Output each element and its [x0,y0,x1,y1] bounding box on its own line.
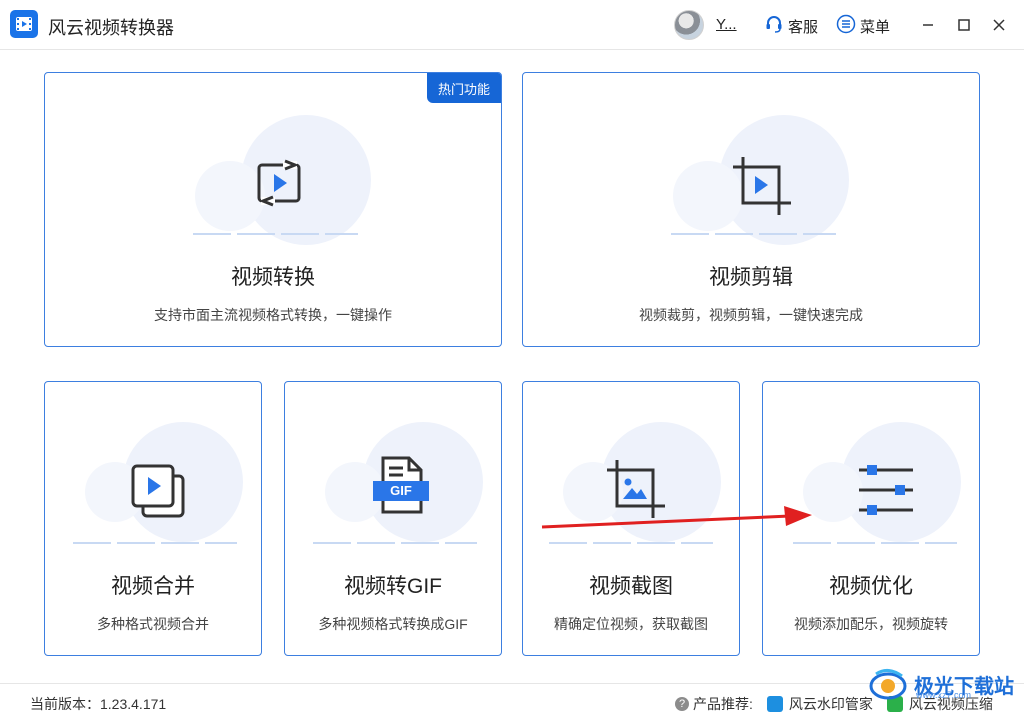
card-title: 视频转换 [231,266,315,289]
card-description: 精确定位视频，获取截图 [554,616,708,632]
card-divider [549,542,713,544]
avatar[interactable] [674,10,704,40]
card-divider [671,233,836,235]
gif-icon-label: GIF [390,483,412,498]
customer-service-button[interactable]: 客服 [764,14,818,38]
version-text: 当前版本：1.23.4.171 [30,696,167,712]
username-link[interactable]: Y... [716,16,737,33]
card-description: 多种格式视频合并 [97,616,209,632]
watermark-url: www.xz7.com [916,690,972,700]
minimize-button[interactable] [917,14,939,36]
close-icon [993,19,1005,31]
card-title: 视频截图 [589,575,673,598]
card-description: 视频添加配乐，视频旋转 [794,616,948,632]
card-title: 视频优化 [829,575,913,598]
watermark-logo-icon [869,669,907,700]
card-title: 视频剪辑 [709,266,793,289]
card-title: 视频合并 [111,575,195,598]
product-name: 风云水印管家 [788,696,873,712]
video-crop-icon [729,153,795,224]
maximize-icon [958,19,970,31]
hot-feature-badge: 热门功能 [427,73,501,103]
menu-list-icon [836,14,856,38]
card-video-to-gif[interactable]: GIF 视频转GIF 多种视频格式转换成GIF [284,381,502,656]
minimize-icon [923,24,933,26]
video-convert-icon [251,155,307,216]
app-logo-icon [10,10,38,38]
maximize-button[interactable] [953,14,975,36]
card-divider [193,233,358,235]
card-video-optimize[interactable]: 视频优化 视频添加配乐，视频旋转 [762,381,980,656]
card-video-convert[interactable]: 热门功能 视频转换 支持市面主流视频格式转换，一键操作 [44,72,502,347]
card-description: 视频裁剪，视频剪辑，一键快速完成 [639,307,863,323]
help-icon[interactable]: ? [675,697,689,711]
product-link-watermark[interactable]: 风云水印管家 [766,694,873,714]
sliders-icon [855,462,917,523]
card-video-edit[interactable]: 视频剪辑 视频裁剪，视频剪辑，一键快速完成 [522,72,980,347]
card-description: 多种视频格式转换成GIF [318,616,468,632]
app-title: 风云视频转换器 [48,18,174,38]
screenshot-crop-icon [603,456,669,527]
site-watermark: 极光下载站 www.xz7.com [868,664,1020,704]
card-video-merge[interactable]: 视频合并 多种格式视频合并 [44,381,262,656]
customer-service-label: 客服 [788,18,819,36]
card-bg-decoration [803,462,863,522]
watermark-app-icon [766,696,783,712]
video-merge-icon [129,462,187,525]
gif-file-icon: GIF [369,454,433,518]
menu-button[interactable]: 菜单 [836,14,890,38]
card-video-screenshot[interactable]: 视频截图 精确定位视频，获取截图 [522,381,740,656]
menu-label: 菜单 [860,18,891,36]
card-divider [73,542,237,544]
card-description: 支持市面主流视频格式转换，一键操作 [154,307,392,323]
recommend-label: 产品推荐: [693,696,753,712]
close-button[interactable] [988,14,1010,36]
title-bar: 风云视频转换器 Y... 客服 菜单 [0,0,1024,50]
headset-icon [764,14,784,38]
card-title: 视频转GIF [344,575,442,598]
card-divider [793,542,957,544]
card-divider [313,542,477,544]
